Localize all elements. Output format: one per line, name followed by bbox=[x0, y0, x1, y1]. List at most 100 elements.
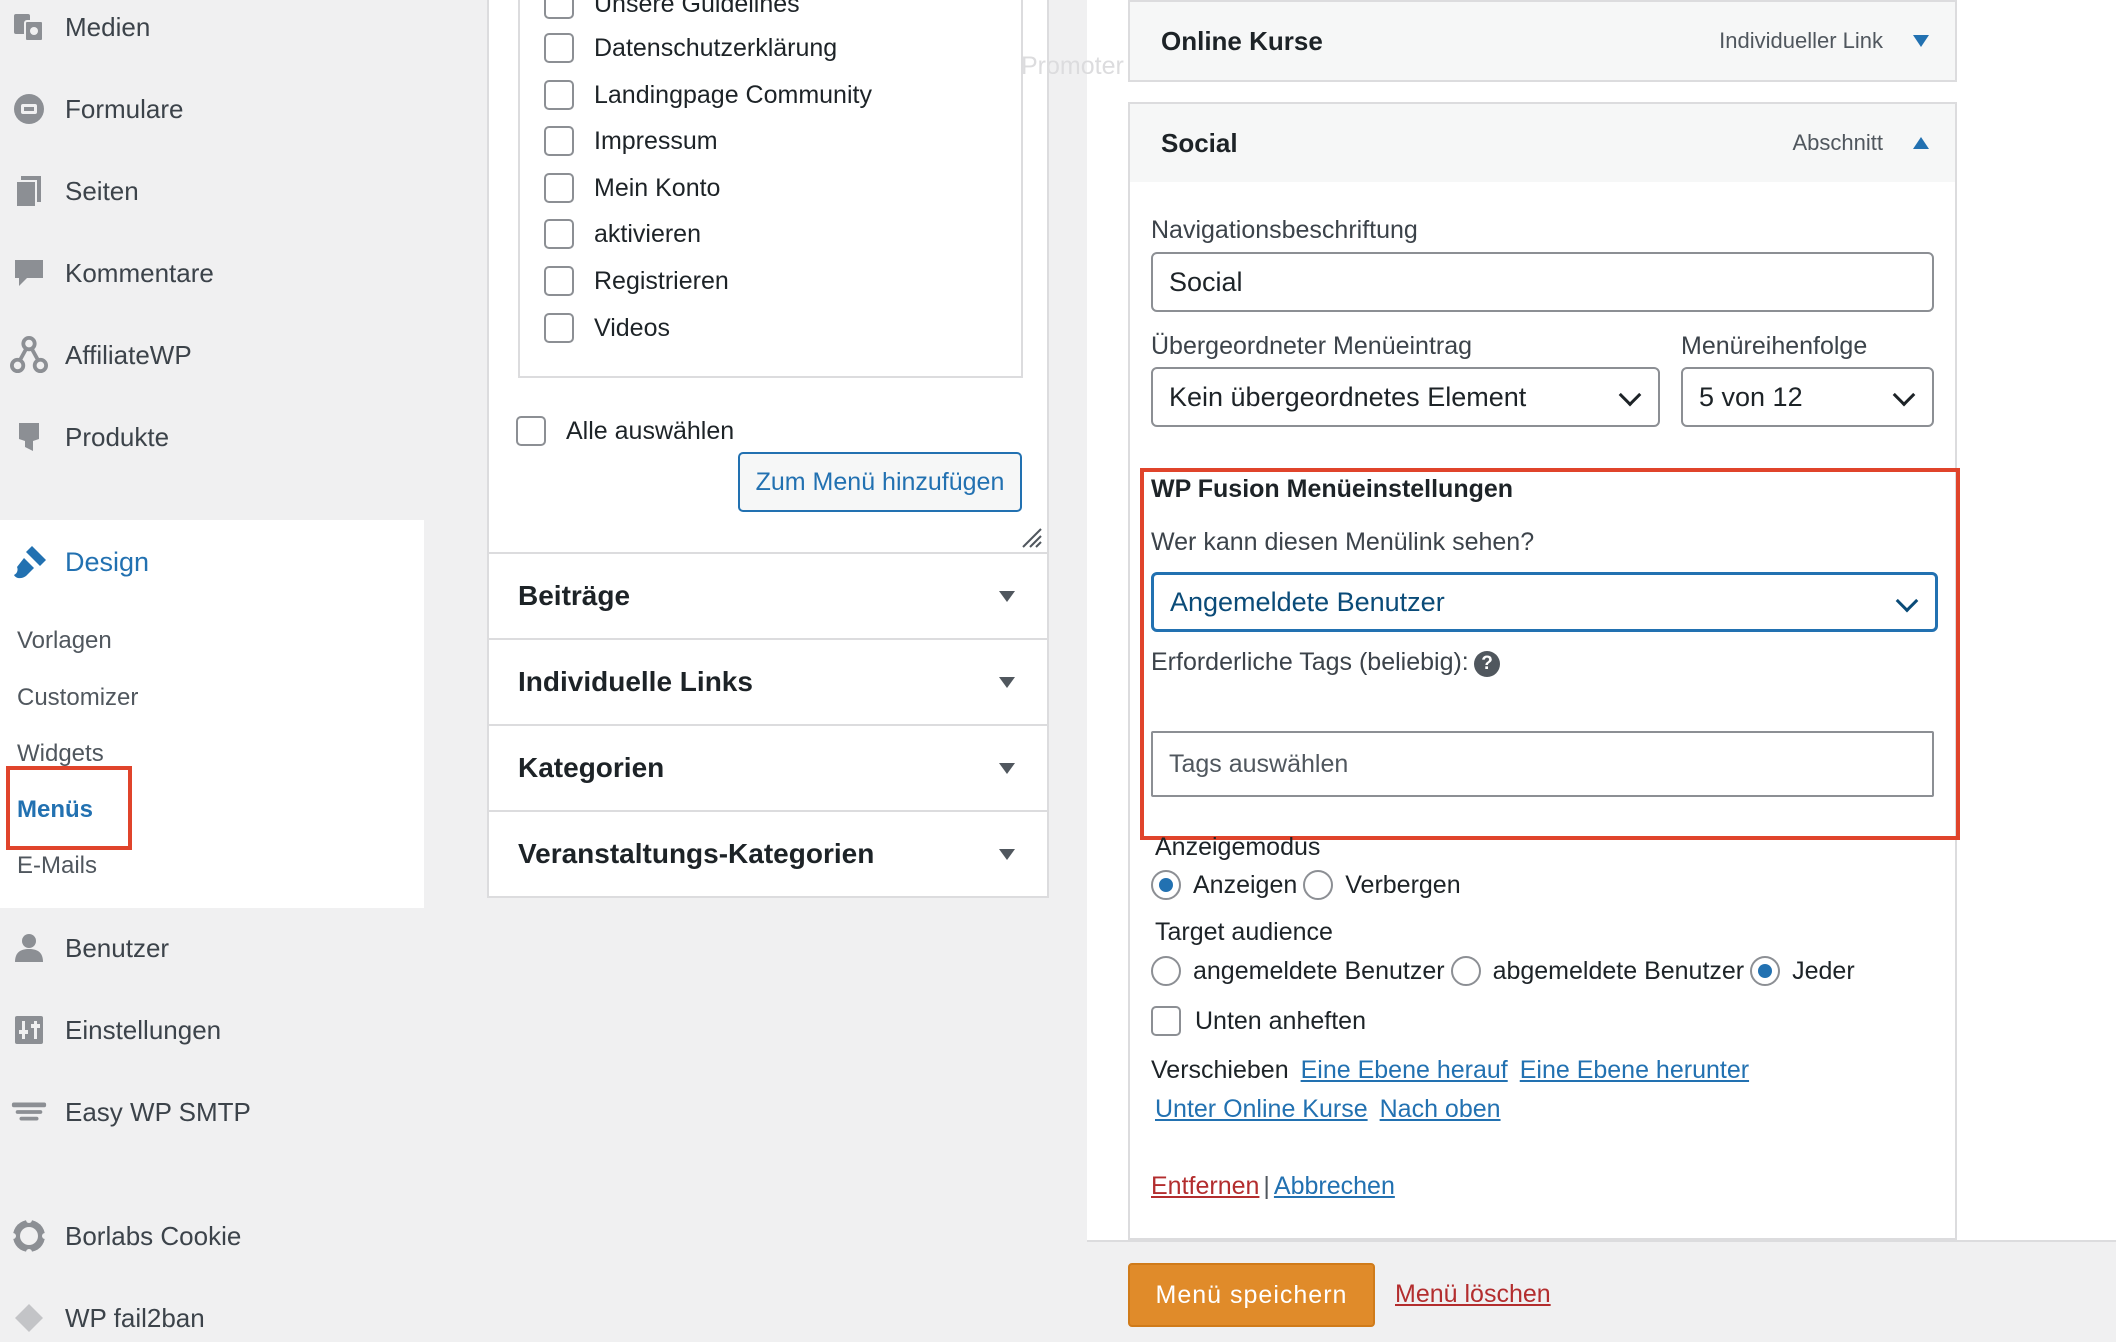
checkbox[interactable] bbox=[544, 0, 574, 19]
comments-icon bbox=[10, 254, 48, 292]
move-under-link[interactable]: Unter Online Kurse bbox=[1155, 1095, 1368, 1124]
sidebar-item-label: Formulare bbox=[65, 93, 184, 124]
menus-highlight-box bbox=[6, 766, 132, 850]
radio-logged-out[interactable] bbox=[1450, 956, 1481, 986]
sidebar-item-formulare[interactable]: Formulare bbox=[0, 79, 424, 139]
fail2ban-icon bbox=[10, 1299, 48, 1337]
list-item[interactable]: aktivieren bbox=[544, 216, 701, 252]
sidebar-item-label: Kommentare bbox=[65, 257, 214, 288]
list-item[interactable]: Registrieren bbox=[544, 263, 729, 299]
move-top-link[interactable]: Nach oben bbox=[1380, 1095, 1501, 1124]
sidebar-item-produkte[interactable]: Produkte bbox=[0, 407, 424, 467]
submenu-customizer[interactable]: Customizer bbox=[17, 684, 138, 712]
expand-arrow-icon[interactable] bbox=[1913, 35, 1929, 47]
accordion-individuelle-links[interactable]: Individuelle Links bbox=[489, 638, 1047, 724]
triangle-down-icon bbox=[999, 849, 1015, 860]
chevron-down-icon bbox=[1892, 383, 1916, 407]
add-to-menu-button[interactable]: Zum Menü hinzufügen bbox=[738, 452, 1022, 512]
submenu-emails[interactable]: E-Mails bbox=[17, 852, 97, 880]
triangle-down-icon bbox=[999, 677, 1015, 688]
item-actions-row: Entfernen | Abbrechen bbox=[1151, 1172, 1395, 1201]
list-item[interactable]: Landingpage Community bbox=[544, 77, 872, 113]
checkbox[interactable] bbox=[544, 33, 574, 63]
cancel-link[interactable]: Abbrechen bbox=[1274, 1172, 1395, 1201]
move-up-link[interactable]: Eine Ebene herauf bbox=[1301, 1056, 1508, 1085]
nav-label-label: Navigationsbeschriftung bbox=[1151, 216, 1418, 244]
pin-bottom-checkbox[interactable]: Unten anheften bbox=[1151, 1006, 1366, 1036]
parent-item-select[interactable]: Kein übergeordnetes Element bbox=[1151, 367, 1660, 427]
add-menu-items-panel: Unsere Guidelines Datenschutzerklärung L… bbox=[487, 0, 1049, 898]
list-item[interactable]: Impressum bbox=[544, 123, 718, 159]
nav-label-input[interactable]: Social bbox=[1151, 252, 1934, 312]
radio-logged-in[interactable] bbox=[1151, 956, 1181, 986]
admin-sidebar: Medien Formulare Seiten Kommentare Affil… bbox=[0, 0, 424, 1342]
save-menu-button[interactable]: Menü speichern bbox=[1128, 1263, 1375, 1327]
sidebar-item-label: Einstellungen bbox=[65, 1014, 222, 1045]
display-mode-radios: Anzeigen Verbergen bbox=[1151, 870, 1467, 900]
sidebar-item-easy-wp-smtp[interactable]: Easy WP SMTP bbox=[0, 1082, 424, 1142]
menu-item-online-kurse[interactable]: Online Kurse Individueller Link bbox=[1128, 0, 1957, 82]
checkbox[interactable] bbox=[1151, 1006, 1181, 1036]
help-icon[interactable]: ? bbox=[1474, 651, 1500, 677]
sidebar-item-label: Produkte bbox=[65, 421, 170, 452]
list-item[interactable]: Mein Konto bbox=[544, 170, 720, 206]
radio-everyone[interactable] bbox=[1750, 956, 1781, 986]
list-item[interactable]: Datenschutzerklärung bbox=[544, 30, 837, 66]
sidebar-item-label: Medien bbox=[65, 11, 151, 42]
sidebar-item-label: WP fail2ban bbox=[65, 1302, 205, 1333]
menu-order-label: Menüreihenfolge bbox=[1681, 332, 1868, 360]
triangle-down-icon bbox=[999, 763, 1015, 774]
separator: | bbox=[1263, 1172, 1270, 1200]
parent-item-label: Übergeordneter Menüeintrag bbox=[1151, 332, 1473, 360]
accordion-beitraege[interactable]: Beiträge bbox=[489, 552, 1047, 638]
remove-link[interactable]: Entfernen bbox=[1151, 1172, 1259, 1201]
brush-icon bbox=[10, 542, 50, 582]
sidebar-item-affiliatewp[interactable]: AffiliateWP bbox=[0, 325, 424, 385]
visibility-question-label: Wer kann diesen Menülink sehen? bbox=[1151, 528, 1535, 556]
sidebar-item-label: Design bbox=[65, 546, 150, 577]
submenu-vorlagen[interactable]: Vorlagen bbox=[17, 627, 112, 655]
sidebar-item-seiten[interactable]: Seiten bbox=[0, 161, 424, 221]
menu-order-select[interactable]: 5 von 12 bbox=[1681, 367, 1934, 427]
select-all-checkbox[interactable]: Alle auswählen bbox=[516, 416, 734, 446]
sidebar-item-einstellungen[interactable]: Einstellungen bbox=[0, 1000, 424, 1060]
sidebar-item-kommentare[interactable]: Kommentare bbox=[0, 243, 424, 303]
delete-menu-link[interactable]: Menü löschen bbox=[1395, 1280, 1551, 1309]
checkbox[interactable] bbox=[544, 80, 574, 110]
move-down-link[interactable]: Eine Ebene herunter bbox=[1520, 1056, 1749, 1085]
radio-show[interactable] bbox=[1151, 870, 1181, 900]
products-icon bbox=[10, 418, 48, 456]
target-audience-label: Target audience bbox=[1155, 918, 1333, 946]
checkbox[interactable] bbox=[544, 126, 574, 156]
chevron-down-icon bbox=[1618, 383, 1642, 407]
submenu-widgets[interactable]: Widgets bbox=[17, 740, 104, 768]
sidebar-item-design[interactable]: Design bbox=[0, 532, 424, 592]
checkbox[interactable] bbox=[516, 416, 546, 446]
sidebar-item-borlabs-cookie[interactable]: Borlabs Cookie bbox=[0, 1206, 424, 1266]
checkbox[interactable] bbox=[544, 219, 574, 249]
sidebar-item-wp-fail2ban[interactable]: WP fail2ban bbox=[0, 1288, 424, 1342]
users-icon bbox=[10, 929, 48, 967]
sidebar-item-label: Benutzer bbox=[65, 932, 170, 963]
sidebar-item-medien[interactable]: Medien bbox=[0, 0, 424, 57]
checkbox[interactable] bbox=[544, 266, 574, 296]
collapse-arrow-icon[interactable] bbox=[1913, 137, 1929, 149]
sidebar-item-label: AffiliateWP bbox=[65, 339, 192, 370]
visibility-select[interactable]: Angemeldete Benutzer bbox=[1151, 572, 1938, 632]
list-item[interactable]: Videos bbox=[544, 310, 670, 346]
accordion-veranstaltungs-kategorien[interactable]: Veranstaltungs-Kategorien bbox=[489, 810, 1047, 896]
accordion-kategorien[interactable]: Kategorien bbox=[489, 724, 1047, 810]
checkbox[interactable] bbox=[544, 173, 574, 203]
menu-item-social[interactable]: Social Abschnitt bbox=[1128, 102, 1957, 184]
move-links-row: Verschieben Eine Ebene herauf Eine Ebene… bbox=[1151, 1056, 1749, 1085]
media-icon bbox=[10, 8, 48, 46]
tags-select-input[interactable]: Tags auswählen bbox=[1151, 731, 1934, 797]
resize-handle-icon[interactable] bbox=[1019, 525, 1043, 549]
forms-icon bbox=[10, 90, 48, 128]
radio-hide[interactable] bbox=[1303, 870, 1334, 900]
sidebar-item-label: Seiten bbox=[65, 175, 139, 206]
sidebar-item-benutzer[interactable]: Benutzer bbox=[0, 918, 424, 978]
cookie-icon bbox=[10, 1217, 48, 1255]
list-item[interactable]: Unsere Guidelines bbox=[544, 0, 800, 22]
checkbox[interactable] bbox=[544, 313, 574, 343]
